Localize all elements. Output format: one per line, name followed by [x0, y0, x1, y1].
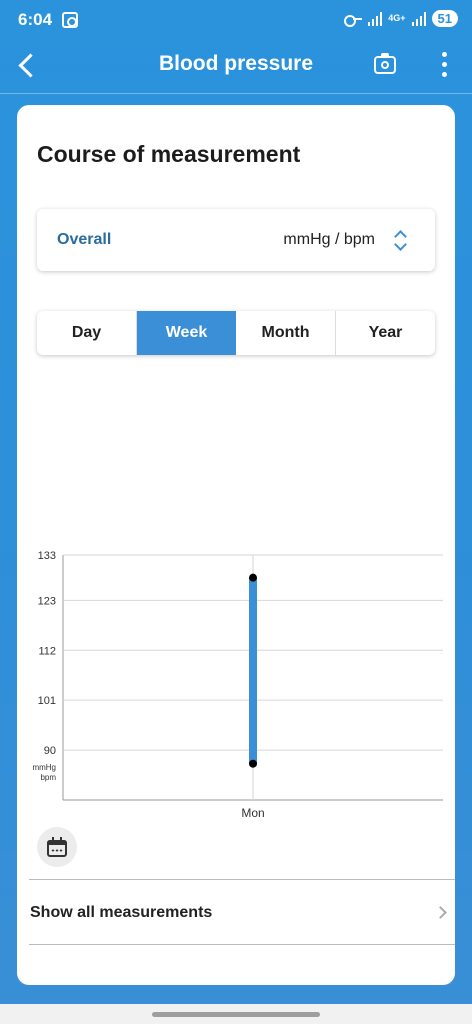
- blood-pressure-chart: 133 123 112 101 90 mmHgbpm Mon: [32, 550, 443, 820]
- overall-label: Overall: [57, 231, 112, 248]
- tab-week[interactable]: Week: [137, 311, 236, 355]
- battery-badge: 51: [431, 10, 458, 27]
- app-bar: Blood pressure: [0, 40, 472, 92]
- high-point: [249, 573, 257, 582]
- status-time: 6:04: [18, 10, 53, 29]
- screenshot-icon: [62, 12, 78, 28]
- home-indicator[interactable]: [152, 1012, 320, 1017]
- calendar-button[interactable]: [37, 827, 77, 867]
- y-tick-label: 133: [38, 550, 56, 562]
- overall-selector[interactable]: Overall mmHg / bpm: [37, 209, 435, 271]
- show-all-measurements-row[interactable]: Show all measurements: [29, 880, 455, 944]
- more-icon[interactable]: [434, 52, 454, 78]
- signal-icon: [368, 11, 383, 26]
- status-bar: 6:04 4G+ 51: [0, 0, 472, 40]
- tab-day[interactable]: Day: [37, 311, 137, 355]
- unit-label: mmHg / bpm: [283, 231, 375, 248]
- network-type: 4G+: [388, 13, 406, 23]
- system-nav-bar: [0, 1004, 472, 1024]
- tab-month[interactable]: Month: [236, 311, 336, 355]
- page-title: Blood pressure: [158, 52, 314, 75]
- chevron-right-icon: [434, 906, 447, 919]
- period-tabs: Day Week Month Year: [37, 311, 435, 355]
- chevron-down-icon: [394, 238, 407, 251]
- y-tick-label: 90: [44, 745, 56, 757]
- y-unit-label: bpm: [40, 773, 56, 782]
- tab-year[interactable]: Year: [336, 311, 435, 355]
- show-all-label: Show all measurements: [30, 904, 213, 921]
- y-unit-label: mmHg: [32, 763, 56, 772]
- app-bar-divider: [0, 93, 472, 94]
- range-bar: [249, 577, 257, 764]
- card-title: Course of measurement: [37, 141, 301, 167]
- signal-icon: [411, 11, 426, 26]
- calendar-icon: [47, 837, 67, 857]
- y-tick-label: 101: [38, 695, 56, 707]
- camera-icon[interactable]: [372, 52, 398, 78]
- divider: [29, 944, 455, 945]
- status-icons: 4G+ 51: [344, 10, 458, 27]
- key-icon: [344, 14, 363, 27]
- low-point: [249, 759, 257, 768]
- x-tick-label: Mon: [241, 806, 264, 820]
- y-tick-label: 123: [38, 595, 56, 607]
- y-tick-label: 112: [38, 645, 56, 657]
- measurement-card: Course of measurement Overall mmHg / bpm…: [17, 105, 455, 985]
